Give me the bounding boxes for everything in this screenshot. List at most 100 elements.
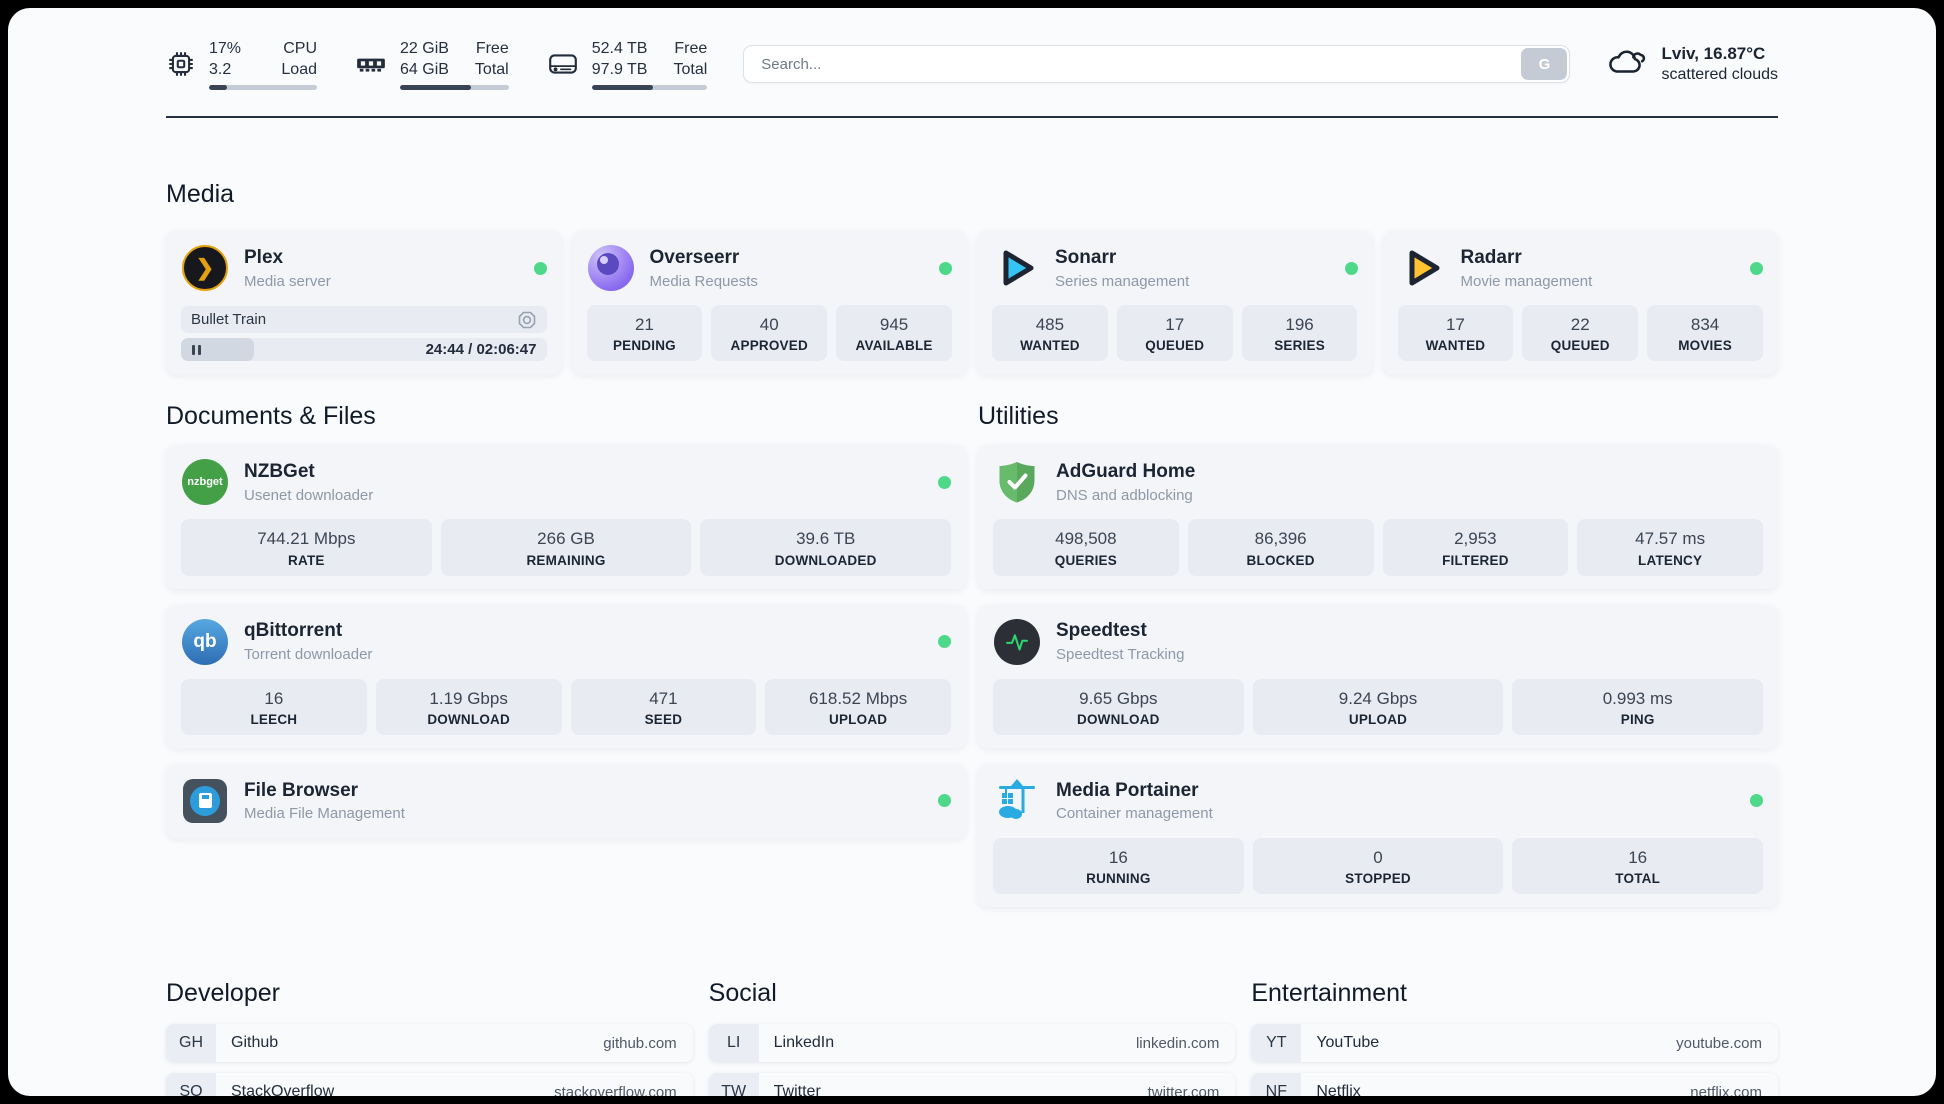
link-twitter[interactable]: TW Twitter twitter.com [708,1073,1236,1096]
speedtest-icon [993,618,1041,666]
section-title-social: Social [708,979,777,1008]
sonarr-icon [992,244,1040,292]
weather-location-temp: Lviv, 16.87°C [1661,43,1766,63]
app-card-speedtest[interactable]: Speedtest Speedtest Tracking 9.65 Gbps D… [978,604,1778,748]
link-youtube[interactable]: YT YouTube youtube.com [1251,1024,1778,1063]
bookmark-group-social: Social LI LinkedIn linkedin.com TW Twitt… [708,979,1236,1096]
stat-blocked: 86,396 BLOCKED [1187,519,1374,576]
stat-downloaded: 39.6 TB DOWNLOADED [700,519,952,576]
link-github[interactable]: GH Github github.com [166,1024,693,1063]
app-card-portainer[interactable]: Media Portainer Container management 16 … [978,763,1778,908]
memory-total-value: 64 GiB [400,61,449,79]
stat-approved: 40 APPROVED [711,305,828,362]
link-abbr: TW [708,1073,759,1096]
stat-rate: 744.21 Mbps RATE [181,519,432,576]
link-linkedin[interactable]: LI LinkedIn linkedin.com [708,1024,1236,1063]
app-card-adguard[interactable]: AdGuard Home DNS and adblocking 498,508 … [978,445,1778,589]
memory-stat: 22 GiB 64 GiB Free Total [355,38,509,91]
disk-icon [547,49,579,79]
app-card-nzbget[interactable]: nzbget NZBGet Usenet downloader 744.21 M… [166,445,966,589]
playback-time: 24:44 / 02:06:47 [425,341,537,359]
app-card-overseerr[interactable]: Overseerr Media Requests 21 PENDING 40 A… [571,231,967,375]
link-abbr: LI [708,1024,759,1063]
link-url: linkedin.com [1135,1034,1220,1052]
link-stackoverflow[interactable]: SO StackOverflow stackoverflow.com [166,1073,693,1096]
app-description: Usenet downloader [244,486,374,504]
app-description: Media Requests [649,272,758,290]
app-card-qbittorrent[interactable]: qb qBittorrent Torrent downloader 16 LEE… [166,604,966,748]
disk-free-value: 52.4 TB [591,40,648,57]
memory-label-2: Total [474,61,509,79]
cast-icon[interactable] [517,310,537,330]
stat-filtered: 2,953 FILTERED [1382,519,1569,576]
stat-ping: 0.993 ms PING [1512,678,1764,735]
disk-label-2: Total [673,61,708,79]
search-input[interactable] [746,55,1522,73]
app-name: qBittorrent [244,620,343,642]
link-url: twitter.com [1147,1083,1220,1096]
dashboard-page: 17% 3.2 CPU Load 22 GiB 64 GiB Free Tota… [8,8,1936,1096]
memory-free-value: 22 GiB [400,40,449,57]
stat-queries: 498,508 QUERIES [993,519,1179,576]
status-online-dot [1344,261,1358,275]
bookmark-group-entertainment: Entertainment YT YouTube youtube.com NF … [1251,979,1778,1096]
weather-condition: scattered clouds [1661,65,1778,83]
link-name: LinkedIn [773,1034,835,1052]
top-bar: 17% 3.2 CPU Load 22 GiB 64 GiB Free Tota… [166,38,1778,91]
app-name: Speedtest [1056,620,1147,642]
app-name: File Browser [244,779,359,801]
overseerr-icon [587,244,635,292]
stat-upload: 618.52 Mbps UPLOAD [765,678,951,735]
link-name: Github [231,1034,279,1052]
disk-progress-bar [591,85,708,91]
section-title-developer: Developer [166,979,280,1008]
cloud-icon [1606,44,1648,85]
stat-total: 16 TOTAL [1512,837,1764,895]
link-url: youtube.com [1676,1034,1762,1052]
stat-download: 1.19 Gbps DOWNLOAD [375,678,562,735]
plex-icon: ❯ [181,244,229,292]
status-online-dot [939,261,952,275]
section-title-documents: Documents & Files [166,402,376,431]
search-engine-button[interactable]: G [1521,48,1568,81]
status-online-dot [938,794,951,808]
app-card-radarr[interactable]: Radarr Movie management 17 WANTED 22 QUE… [1382,231,1778,375]
app-name: Plex [244,246,284,268]
section-title-entertainment: Entertainment [1251,979,1407,1008]
pause-button[interactable] [192,344,201,355]
now-playing-title: Bullet Train [191,311,267,329]
radarr-icon [1398,244,1446,292]
weather-widget: Lviv, 16.87°C scattered clouds [1606,43,1778,86]
stat-seed: 471 SEED [570,678,757,735]
link-abbr: GH [166,1024,216,1063]
status-online-dot [938,635,951,649]
filebrowser-icon [181,777,229,825]
stat-queued: 22 QUEUED [1522,305,1639,362]
qbittorrent-icon: qb [181,618,229,666]
cpu-stat: 17% 3.2 CPU Load [166,38,317,91]
nzbget-icon: nzbget [181,458,229,506]
stat-wanted: 17 WANTED [1397,305,1514,362]
stat-queued: 17 QUEUED [1116,305,1233,362]
stat-running: 16 RUNNING [993,837,1244,895]
app-description: DNS and adblocking [1056,486,1193,504]
link-name: Twitter [773,1083,821,1096]
cpu-label-2: Load [281,61,317,79]
stat-leech: 16 LEECH [181,678,367,735]
app-card-sonarr[interactable]: Sonarr Series management 485 WANTED 17 Q… [977,231,1373,375]
disk-stat: 52.4 TB 97.9 TB Free Total [547,38,708,91]
app-card-plex[interactable]: ❯ Plex Media server Bullet Train 24:44 /… [166,231,562,375]
app-card-filebrowser[interactable]: File Browser Media File Management [166,763,966,838]
stat-movies: 834 MOVIES [1647,305,1763,362]
app-description: Media File Management [244,805,405,823]
link-name: YouTube [1316,1034,1380,1052]
stat-stopped: 0 STOPPED [1252,837,1504,895]
app-description: Container management [1056,805,1213,823]
link-url: netflix.com [1690,1083,1762,1096]
media-grid: ❯ Plex Media server Bullet Train 24:44 /… [166,231,1778,375]
status-online-dot [1750,261,1763,275]
adguard-icon [993,458,1041,506]
app-name: Media Portainer [1056,779,1199,801]
disk-total-value: 97.9 TB [591,61,648,79]
link-netflix[interactable]: NF Netflix netflix.com [1251,1073,1778,1096]
